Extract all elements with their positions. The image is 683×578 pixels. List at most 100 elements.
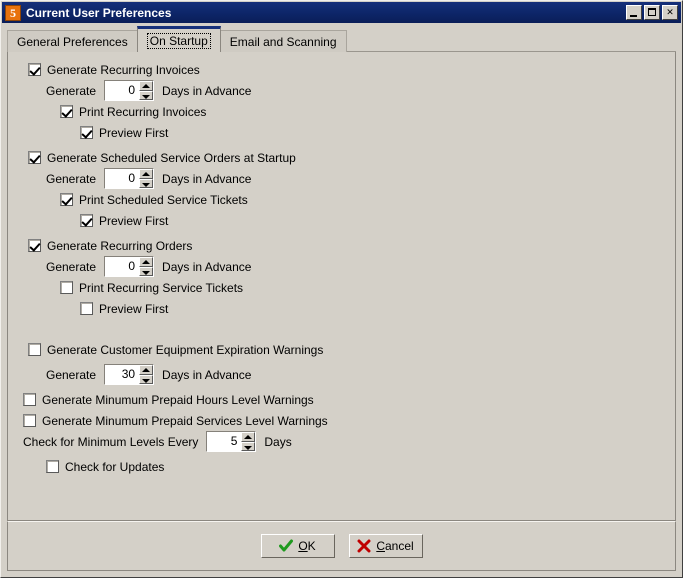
option-label: Print Recurring Invoices xyxy=(79,104,207,119)
option-label: Generate Minumum Prepaid Hours Level War… xyxy=(42,392,314,407)
days-in-advance-label: Days in Advance xyxy=(162,83,252,98)
tab-general-preferences[interactable]: General Preferences xyxy=(7,30,138,52)
tab-strip: General Preferences On Startup Email and… xyxy=(7,26,676,52)
option-print-recurring-invoices[interactable]: Print Recurring Invoices xyxy=(8,101,675,122)
days-unit-label: Days xyxy=(264,434,292,449)
close-button[interactable]: ✕ xyxy=(662,5,678,20)
generate-label: Generate xyxy=(46,259,97,274)
tab-label: On Startup xyxy=(146,33,211,49)
spinner-buttons xyxy=(139,81,154,100)
row-recurring-orders-days: Generate 0 Days in Advance xyxy=(8,256,675,277)
row-equipment-expiration-days: Generate 30 Days in Advance xyxy=(8,364,675,385)
option-label: Generate Scheduled Service Orders at Sta… xyxy=(47,150,296,165)
spinner-up-icon[interactable] xyxy=(139,81,154,91)
option-generate-equipment-expiration-warnings[interactable]: Generate Customer Equipment Expiration W… xyxy=(8,339,675,360)
row-recurring-invoices-days: Generate 0 Days in Advance xyxy=(8,80,675,101)
cancel-button[interactable]: Cancel xyxy=(348,534,423,558)
spinner-value[interactable]: 0 xyxy=(105,257,140,276)
generate-label: Generate xyxy=(46,171,97,186)
spinner-recurring-orders-days[interactable]: 0 xyxy=(104,256,155,277)
spinner-down-icon[interactable] xyxy=(139,266,154,276)
dialog-button-bar: OK Cancel xyxy=(7,521,676,571)
days-in-advance-label: Days in Advance xyxy=(162,259,252,274)
option-label: Generate Recurring Invoices xyxy=(47,62,200,77)
close-x-icon xyxy=(357,539,371,553)
ok-rest: K xyxy=(307,539,316,553)
checkbox-generate-recurring-invoices[interactable] xyxy=(28,63,41,76)
spinner-up-icon[interactable] xyxy=(139,365,154,375)
checkbox-preview-first-invoices[interactable] xyxy=(80,126,93,139)
option-label: Check for Updates xyxy=(65,459,165,474)
checkbox-generate-scheduled-service-orders[interactable] xyxy=(28,151,41,164)
spinner-buttons xyxy=(139,365,154,384)
ok-accel: O xyxy=(298,539,308,553)
checkbox-generate-recurring-orders[interactable] xyxy=(28,239,41,252)
tab-on-startup[interactable]: On Startup xyxy=(136,26,221,52)
spinner-value[interactable]: 5 xyxy=(207,432,242,451)
spinner-buttons xyxy=(139,257,154,276)
title-bar: 5 Current User Preferences ✕ xyxy=(2,2,681,23)
spinner-up-icon[interactable] xyxy=(139,169,154,179)
tab-strip-filler xyxy=(345,29,676,52)
generate-label: Generate xyxy=(46,83,97,98)
option-label: Generate Recurring Orders xyxy=(47,238,193,253)
option-preview-first-invoices[interactable]: Preview First xyxy=(8,122,675,143)
option-label: Generate Customer Equipment Expiration W… xyxy=(47,342,324,357)
cancel-accel: C xyxy=(376,539,385,553)
ok-button[interactable]: OK xyxy=(260,534,335,558)
spinner-up-icon[interactable] xyxy=(139,257,154,267)
generate-label: Generate xyxy=(46,367,97,382)
spinner-down-icon[interactable] xyxy=(139,90,154,100)
window-controls: ✕ xyxy=(626,5,681,20)
on-startup-panel: Generate Recurring Invoices Generate 0 D… xyxy=(7,52,676,521)
spinner-value[interactable]: 0 xyxy=(105,169,140,188)
option-prepaid-services-warnings[interactable]: Generate Minumum Prepaid Services Level … xyxy=(8,410,675,431)
tab-email-and-scanning[interactable]: Email and Scanning xyxy=(219,30,347,52)
spinner-equipment-expiration-days[interactable]: 30 xyxy=(104,364,155,385)
option-prepaid-hours-warnings[interactable]: Generate Minumum Prepaid Hours Level War… xyxy=(8,389,675,410)
option-preview-first-recurring-orders[interactable]: Preview First xyxy=(8,298,675,319)
checkbox-prepaid-hours-warnings[interactable] xyxy=(23,393,36,406)
preferences-window: 5 Current User Preferences ✕ General Pre… xyxy=(0,0,683,578)
option-print-scheduled-service-tickets[interactable]: Print Scheduled Service Tickets xyxy=(8,189,675,210)
spinner-value[interactable]: 30 xyxy=(105,365,140,384)
cancel-label: Cancel xyxy=(376,539,413,553)
tab-label: Email and Scanning xyxy=(229,34,337,49)
minimize-button[interactable] xyxy=(626,5,642,20)
spinner-recurring-invoices-days[interactable]: 0 xyxy=(104,80,155,101)
cancel-rest: ancel xyxy=(384,539,414,553)
days-in-advance-label: Days in Advance xyxy=(162,171,252,186)
spinner-up-icon[interactable] xyxy=(241,432,256,442)
option-preview-first-service-orders[interactable]: Preview First xyxy=(8,210,675,231)
option-generate-recurring-invoices[interactable]: Generate Recurring Invoices xyxy=(8,59,675,80)
spinner-down-icon[interactable] xyxy=(241,441,256,451)
spinner-value[interactable]: 0 xyxy=(105,81,140,100)
row-minimum-levels-interval: Check for Minimum Levels Every 5 Days xyxy=(8,431,675,452)
checkbox-print-recurring-invoices[interactable] xyxy=(60,105,73,118)
app-5-icon: 5 xyxy=(5,4,21,21)
checkbox-print-scheduled-service-tickets[interactable] xyxy=(60,193,73,206)
checkbox-generate-equipment-expiration-warnings[interactable] xyxy=(28,343,41,356)
option-label: Print Recurring Service Tickets xyxy=(79,280,244,295)
checkbox-prepaid-services-warnings[interactable] xyxy=(23,414,36,427)
option-label: Print Scheduled Service Tickets xyxy=(79,192,248,207)
checkbox-print-recurring-service-tickets[interactable] xyxy=(60,281,73,294)
option-print-recurring-service-tickets[interactable]: Print Recurring Service Tickets xyxy=(8,277,675,298)
checkbox-check-for-updates[interactable] xyxy=(46,460,59,473)
check-icon xyxy=(279,539,294,552)
option-generate-recurring-orders[interactable]: Generate Recurring Orders xyxy=(8,235,675,256)
option-label: Preview First xyxy=(99,213,169,228)
spinner-minimum-levels-days[interactable]: 5 xyxy=(206,431,257,452)
spinner-buttons xyxy=(139,169,154,188)
spinner-scheduled-service-orders-days[interactable]: 0 xyxy=(104,168,155,189)
maximize-button[interactable] xyxy=(644,5,660,20)
option-generate-scheduled-service-orders[interactable]: Generate Scheduled Service Orders at Sta… xyxy=(8,147,675,168)
option-label: Generate Minumum Prepaid Services Level … xyxy=(42,413,328,428)
checkbox-preview-first-service-orders[interactable] xyxy=(80,214,93,227)
ok-label: OK xyxy=(298,539,315,553)
spinner-down-icon[interactable] xyxy=(139,178,154,188)
spinner-down-icon[interactable] xyxy=(139,374,154,384)
option-check-for-updates[interactable]: Check for Updates xyxy=(8,456,675,477)
option-label: Preview First xyxy=(99,125,169,140)
checkbox-preview-first-recurring-orders[interactable] xyxy=(80,302,93,315)
